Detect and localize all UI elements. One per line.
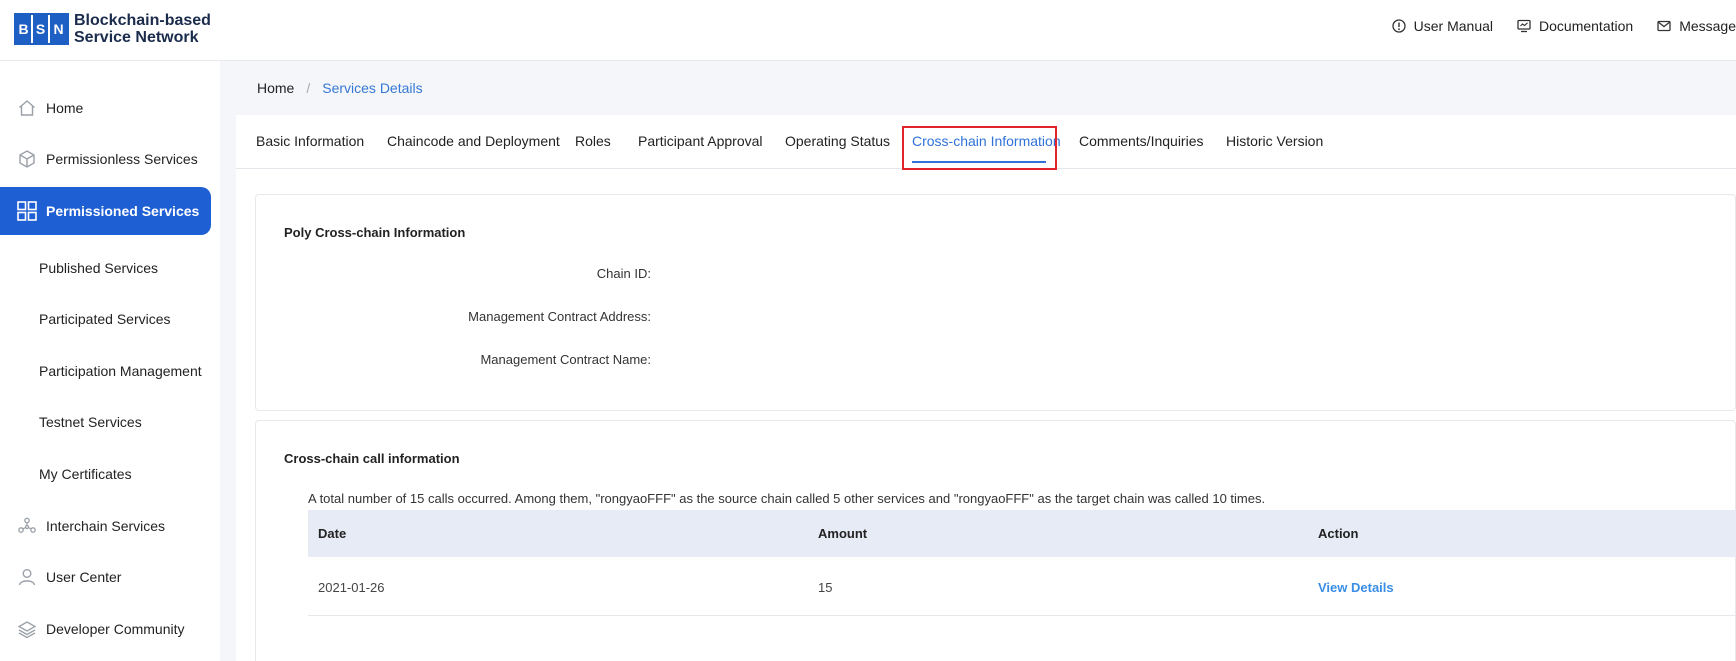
logo-letter-n: N bbox=[50, 15, 67, 43]
user-manual-label: User Manual bbox=[1413, 18, 1494, 34]
poly-card-title: Poly Cross-chain Information bbox=[284, 225, 466, 240]
management-contract-address-label: Management Contract Address: bbox=[468, 309, 651, 324]
management-contract-name-label: Management Contract Name: bbox=[480, 352, 651, 367]
calls-card-title: Cross-chain call information bbox=[284, 451, 460, 466]
details-panel: Basic Information Chaincode and Deployme… bbox=[236, 115, 1736, 661]
sidebar-item-label: Interchain Services bbox=[46, 518, 166, 534]
sidebar-item-home[interactable]: Home bbox=[0, 85, 211, 131]
nodes-icon bbox=[16, 515, 38, 537]
breadcrumb-current[interactable]: Services Details bbox=[322, 80, 422, 96]
main-area: Home / Services Details Basic Informatio… bbox=[220, 61, 1736, 661]
documentation-label: Documentation bbox=[1539, 18, 1634, 34]
sidebar-subitem-testnet-services[interactable]: Testnet Services bbox=[39, 414, 142, 430]
column-header-action: Action bbox=[1318, 526, 1359, 541]
breadcrumb-home[interactable]: Home bbox=[257, 80, 294, 96]
documentation-link[interactable]: Documentation bbox=[1517, 18, 1633, 34]
logo-letter-b: B bbox=[16, 15, 33, 43]
logo-text: Blockchain-based Service Network bbox=[74, 12, 211, 46]
tab-basic-information[interactable]: Basic Information bbox=[256, 133, 364, 149]
sidebar-item-user-center[interactable]: User Center bbox=[0, 554, 211, 600]
info-circle-icon bbox=[1391, 19, 1406, 33]
logo-line-2: Service Network bbox=[74, 29, 199, 46]
sidebar-subitem-published-services[interactable]: Published Services bbox=[39, 260, 158, 276]
grid-icon bbox=[16, 200, 38, 222]
top-links: User Manual Documentation Message bbox=[1368, 16, 1736, 36]
cell-date: 2021-01-26 bbox=[318, 580, 385, 595]
calls-table: Date Amount Action 2021-01-26 15 View De… bbox=[308, 510, 1736, 616]
cell-amount: 15 bbox=[818, 580, 833, 595]
tab-roles[interactable]: Roles bbox=[575, 133, 611, 149]
chain-id-label: Chain ID: bbox=[596, 266, 651, 281]
sidebar: Home Permissionless Services Permissione… bbox=[0, 61, 220, 661]
tab-chaincode-and-deployment[interactable]: Chaincode and Deployment bbox=[387, 133, 560, 149]
top-header: B S N Blockchain-based Service Network U… bbox=[0, 0, 1736, 61]
sidebar-item-interchain-services[interactable]: Interchain Services bbox=[0, 503, 211, 549]
sidebar-subitem-my-certificates[interactable]: My Certificates bbox=[39, 466, 132, 482]
message-label: Message bbox=[1679, 18, 1736, 34]
sidebar-item-label: Developer Community bbox=[46, 621, 185, 637]
tab-comments-inquiries[interactable]: Comments/Inquiries bbox=[1079, 133, 1204, 149]
poly-cross-chain-card: Poly Cross-chain Information Chain ID: M… bbox=[255, 194, 1736, 411]
logo-line-1: Blockchain-based bbox=[74, 12, 211, 29]
breadcrumb: Home / Services Details bbox=[257, 80, 423, 96]
tab-participant-approval[interactable]: Participant Approval bbox=[638, 133, 763, 149]
calls-summary-text: A total number of 15 calls occurred. Amo… bbox=[308, 491, 1266, 506]
view-details-link[interactable]: View Details bbox=[1318, 580, 1394, 595]
tab-historic-version[interactable]: Historic Version bbox=[1226, 133, 1323, 149]
table-header: Date Amount Action bbox=[308, 510, 1736, 557]
logo-letter-s: S bbox=[33, 15, 50, 43]
sidebar-item-permissionless-services[interactable]: Permissionless Services bbox=[0, 136, 211, 182]
sidebar-item-permissioned-services[interactable]: Permissioned Services bbox=[0, 187, 211, 235]
logo-mark: B S N bbox=[14, 13, 69, 45]
monitor-icon bbox=[1517, 19, 1531, 33]
breadcrumb-separator: / bbox=[306, 80, 311, 96]
sidebar-item-label: Permissioned Services bbox=[46, 203, 200, 219]
layers-icon bbox=[16, 618, 38, 640]
table-row: 2021-01-26 15 View Details bbox=[308, 557, 1736, 616]
sidebar-subitem-participation-management[interactable]: Participation Management bbox=[39, 363, 202, 379]
mail-icon bbox=[1657, 20, 1671, 32]
cross-chain-call-card: Cross-chain call information A total num… bbox=[255, 420, 1736, 661]
active-tab-highlight-box bbox=[902, 126, 1057, 170]
tab-operating-status[interactable]: Operating Status bbox=[785, 133, 890, 149]
sidebar-subitem-participated-services[interactable]: Participated Services bbox=[39, 311, 171, 327]
column-header-amount: Amount bbox=[818, 526, 868, 541]
sidebar-item-developer-community[interactable]: Developer Community bbox=[0, 606, 211, 652]
user-manual-link[interactable]: User Manual bbox=[1391, 18, 1494, 34]
user-icon bbox=[16, 566, 38, 588]
column-header-date: Date bbox=[318, 526, 347, 541]
home-icon bbox=[16, 97, 38, 119]
sidebar-item-label: Permissionless Services bbox=[46, 151, 198, 167]
bsn-logo[interactable]: B S N Blockchain-based Service Network bbox=[14, 12, 211, 46]
cube-icon bbox=[16, 148, 38, 170]
message-link[interactable]: Message bbox=[1657, 18, 1736, 34]
sidebar-item-label: Home bbox=[46, 100, 84, 116]
sidebar-item-label: User Center bbox=[46, 569, 122, 585]
tab-bar: Basic Information Chaincode and Deployme… bbox=[236, 115, 1736, 170]
